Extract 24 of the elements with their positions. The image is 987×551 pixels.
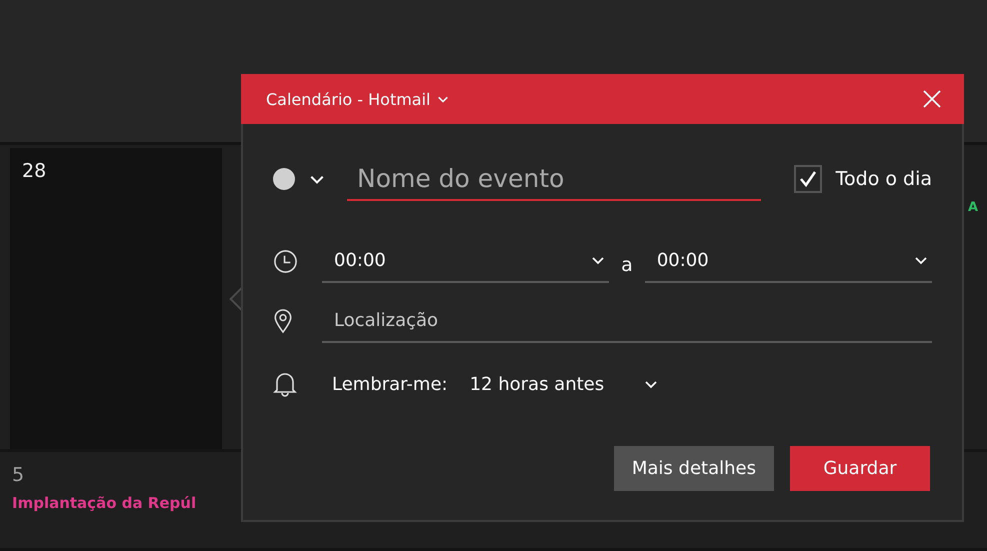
save-button[interactable]: Guardar — [790, 446, 930, 491]
reminder-label: Lembrar-me: — [332, 374, 448, 394]
event-title[interactable]: Implantação da Repúl — [12, 494, 213, 512]
color-dot[interactable] — [273, 168, 295, 190]
start-time-dropdown[interactable]: 00:00 — [322, 239, 610, 283]
event-title[interactable]: A — [968, 200, 987, 215]
location-pin-icon — [273, 308, 293, 334]
day-number: 5 — [12, 464, 26, 486]
details-button[interactable]: Mais detalhes — [614, 446, 774, 491]
close-icon — [922, 89, 942, 109]
clock-icon — [273, 248, 298, 274]
all-day-checkbox[interactable] — [794, 165, 822, 193]
location-field[interactable]: Localização — [322, 299, 932, 343]
close-button[interactable] — [922, 89, 942, 109]
bell-icon — [273, 371, 297, 397]
all-day-label: Todo o dia — [836, 168, 932, 190]
selected-day-cell[interactable]: 28 — [10, 148, 222, 449]
separator-text: a — [621, 254, 633, 276]
calendar-selector[interactable]: Calendário - Hotmail — [266, 90, 448, 108]
checkmark-icon — [798, 169, 818, 189]
end-time-dropdown[interactable]: 00:00 — [644, 239, 932, 283]
reminder-dropdown[interactable]: 12 horas antes — [470, 374, 658, 394]
day-number: 28 — [22, 160, 48, 182]
event-name-field[interactable]: Nome do evento — [347, 158, 761, 200]
